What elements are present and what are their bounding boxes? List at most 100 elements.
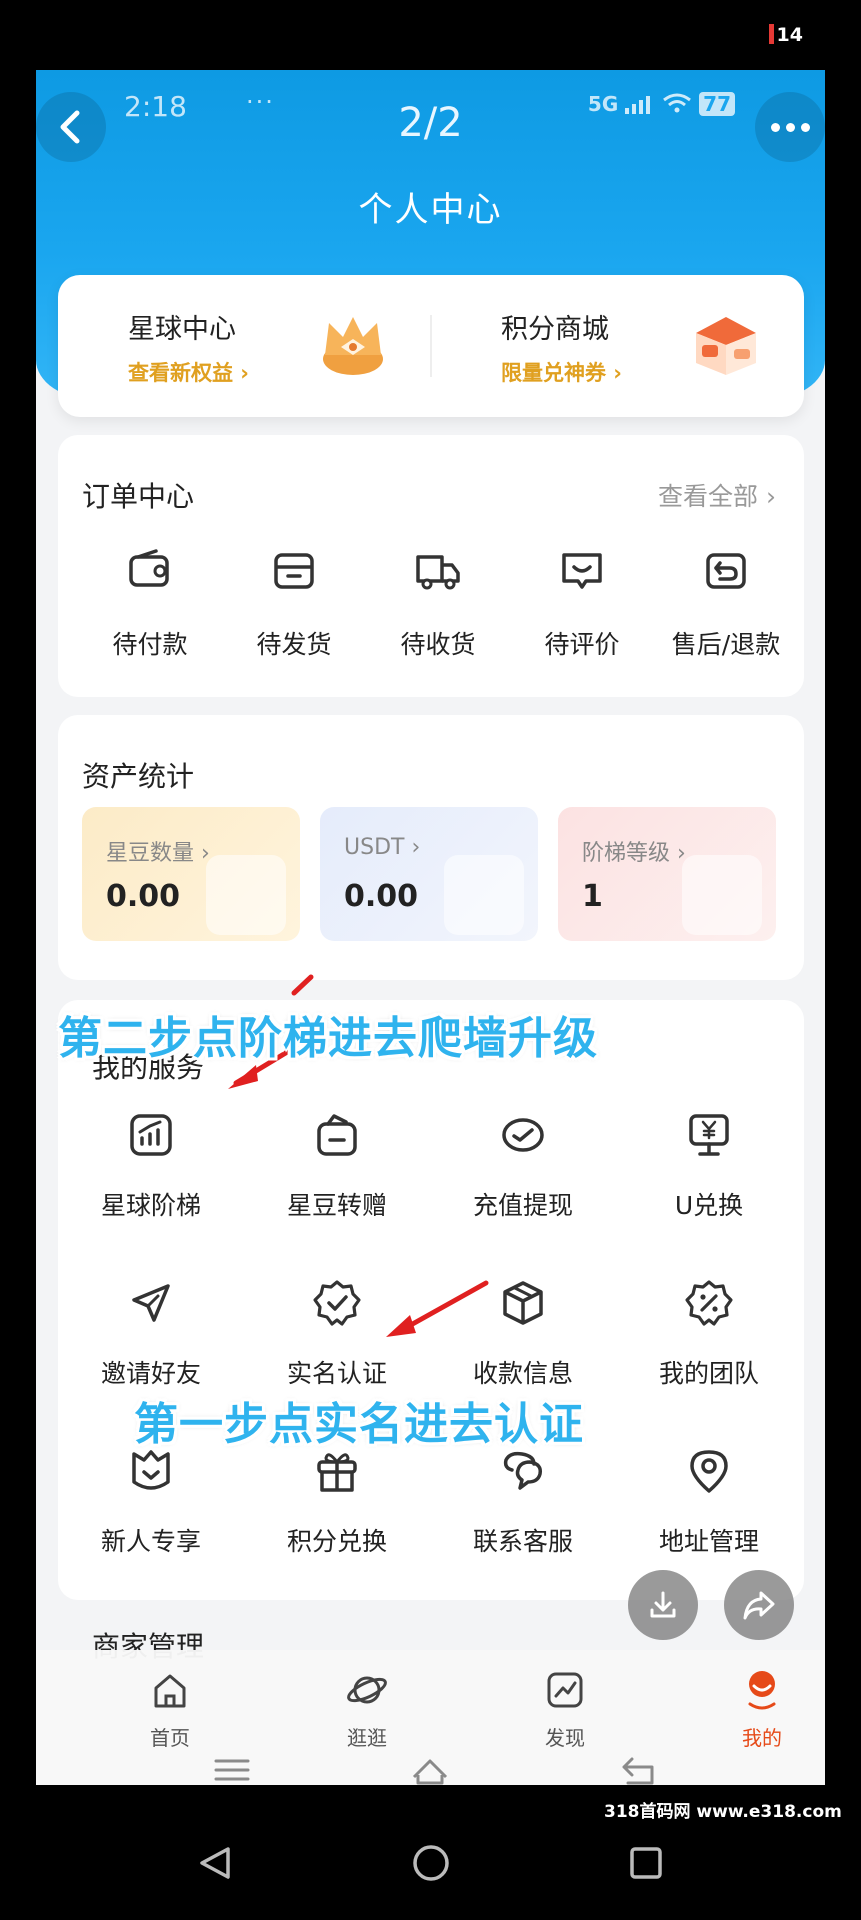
square-recents-icon: [630, 1847, 662, 1879]
outer-status-bar: 14: [0, 0, 861, 70]
asset-stats-title: 资产统计: [82, 760, 195, 793]
promo-card: 星球中心 查看新权益 › 积分商城 限量兑神券 ›: [58, 275, 804, 417]
usdt-box[interactable]: USDT › 0.00: [320, 807, 538, 941]
points-mall-entry[interactable]: 积分商城 限量兑神券 ›: [431, 275, 804, 417]
service-label: 我的团队: [658, 1359, 759, 1388]
planet-center-entry[interactable]: 星球中心 查看新权益 ›: [58, 275, 431, 417]
menu-gesture-icon: [214, 1759, 250, 1781]
promo-subtitle: 限量兑神券 ›: [501, 361, 622, 385]
ladder-level-box[interactable]: 阶梯等级 › 1: [558, 807, 776, 941]
share-icon: [743, 1591, 775, 1620]
service-bean-transfer[interactable]: 星豆转赠: [244, 1110, 430, 1222]
promo-title: 星球中心: [128, 314, 236, 345]
order-pending-receipt[interactable]: 待收货: [368, 547, 508, 661]
asset-stats-card: 资产统计 星豆数量 › 0.00 USDT › 0.00 阶梯等级 › 1: [58, 715, 804, 980]
location-icon: [690, 1450, 728, 1493]
bag-icon: [317, 1114, 357, 1156]
service-invite-friends[interactable]: 邀请好友: [58, 1278, 244, 1390]
tab-label: 发现: [545, 1726, 585, 1750]
system-recents-button[interactable]: [621, 1838, 671, 1888]
tab-home[interactable]: 首页: [110, 1668, 230, 1751]
order-refund[interactable]: 售后/退款: [656, 547, 796, 661]
tab-browse[interactable]: 逛逛: [307, 1668, 427, 1751]
crown-illustration-icon: [323, 317, 383, 375]
circle-home-icon: [413, 1845, 449, 1881]
service-contact-support[interactable]: 联系客服: [430, 1446, 616, 1558]
order-center-title: 订单中心: [82, 480, 195, 513]
tab-label: 我的: [742, 1726, 782, 1750]
home-gesture-icon: [412, 1759, 448, 1785]
service-label: 星球阶梯: [100, 1191, 201, 1220]
avatar-icon: [748, 1671, 776, 1710]
percent-badge-icon: [685, 1280, 733, 1326]
service-address-management[interactable]: 地址管理: [616, 1446, 802, 1558]
annotation-step-one: 第一步点实名进去认证: [134, 1399, 584, 1450]
check-circle-icon: [502, 1118, 544, 1152]
order-pending-payment[interactable]: 待付款: [80, 547, 220, 661]
order-pending-shipment[interactable]: 待发货: [224, 547, 364, 661]
comment-icon: [562, 553, 602, 589]
watermark: 318首码网 www.e318.com: [600, 1796, 846, 1823]
service-u-exchange[interactable]: U兑换: [616, 1110, 802, 1222]
page-counter: 2/2: [398, 100, 463, 146]
asset-label: 星豆数量 ›: [106, 841, 210, 866]
order-center-card: 订单中心 查看全部 › 待付款 待发货 待收货 待评价 售后/退款: [58, 435, 804, 697]
system-back-button[interactable]: [190, 1838, 240, 1888]
gift-icon: [317, 1453, 357, 1492]
asset-label: 阶梯等级 ›: [582, 841, 686, 866]
download-icon: [650, 1591, 676, 1618]
service-recharge-withdraw[interactable]: 充值提现: [430, 1110, 616, 1222]
promo-subtitle: 查看新权益 ›: [128, 361, 249, 385]
service-label: 收款信息: [472, 1359, 573, 1388]
decor-shape: [444, 855, 524, 935]
decor-shape: [206, 855, 286, 935]
service-label: 邀请好友: [100, 1359, 201, 1388]
more-button[interactable]: [755, 92, 825, 162]
tab-discover[interactable]: 发现: [505, 1668, 625, 1751]
order-item-label: 待收货: [400, 630, 476, 659]
service-label: 联系客服: [472, 1527, 573, 1556]
more-dot: [770, 122, 780, 132]
service-newcomer-exclusive[interactable]: 新人专享: [58, 1446, 244, 1558]
view-all-orders-link[interactable]: 查看全部 ›: [658, 477, 776, 513]
wallet-icon: [129, 549, 169, 587]
star-bean-count-box[interactable]: 星豆数量 › 0.00: [82, 807, 300, 941]
asset-value: 1: [582, 879, 603, 914]
service-label: 实名认证: [286, 1359, 387, 1388]
service-planet-ladder[interactable]: 星球阶梯: [58, 1110, 244, 1222]
promo-title: 积分商城: [501, 314, 609, 345]
refund-icon: [706, 553, 746, 589]
service-label: 积分兑换: [286, 1527, 387, 1556]
order-item-label: 售后/退款: [671, 630, 781, 659]
asset-value: 0.00: [106, 879, 181, 914]
decor-shape: [682, 855, 762, 935]
bottom-navigation: 首页 逛逛 发现 我的: [36, 1650, 825, 1785]
more-dot: [800, 122, 810, 132]
red-arrow-verification: [386, 1280, 489, 1337]
asset-value: 0.00: [344, 879, 419, 914]
tab-label: 逛逛: [347, 1726, 387, 1750]
chart-icon: [130, 1114, 172, 1156]
service-label: 地址管理: [658, 1527, 759, 1556]
annotation-step-two: 第二步点阶梯进去爬墙升级: [58, 1013, 598, 1064]
trend-icon: [547, 1672, 583, 1708]
page-title: 个人中心: [358, 190, 503, 230]
planet-icon: [347, 1676, 387, 1704]
order-pending-review[interactable]: 待评价: [512, 547, 652, 661]
download-button[interactable]: [628, 1570, 698, 1640]
service-my-team[interactable]: 我的团队: [616, 1278, 802, 1390]
order-item-label: 待发货: [256, 630, 332, 659]
share-button[interactable]: [724, 1570, 794, 1640]
home-icon: [154, 1674, 186, 1708]
service-label: 充值提现: [472, 1191, 573, 1220]
back-gesture-icon: [622, 1757, 654, 1785]
service-points-exchange[interactable]: 积分兑换: [244, 1446, 430, 1558]
service-label: 星豆转赠: [286, 1191, 387, 1220]
tab-label: 首页: [150, 1726, 190, 1750]
order-item-label: 待评价: [544, 630, 620, 659]
more-dot: [785, 122, 795, 132]
send-icon: [132, 1284, 170, 1322]
system-home-button[interactable]: [406, 1838, 456, 1888]
order-item-label: 待付款: [112, 630, 188, 659]
tab-mine[interactable]: 我的: [702, 1668, 822, 1751]
